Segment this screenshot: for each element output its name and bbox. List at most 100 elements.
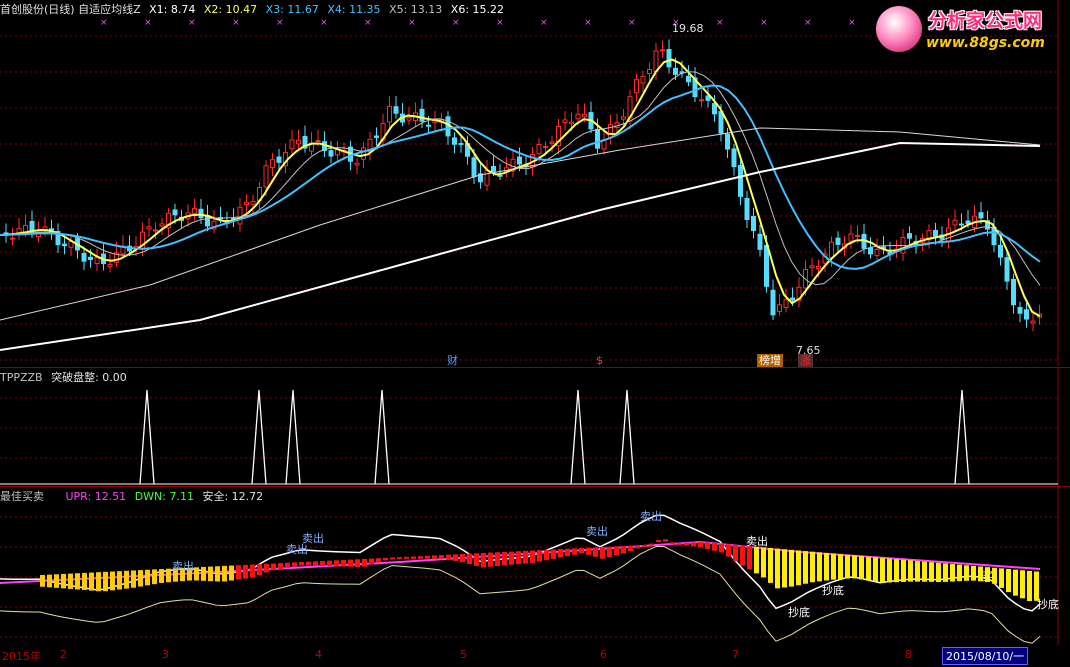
buysell-bar xyxy=(929,562,934,582)
buysell-bar xyxy=(362,558,367,567)
candle-body xyxy=(543,146,548,149)
candle-body xyxy=(660,49,665,52)
ma-x6-label: X6: 15.22 xyxy=(450,3,505,16)
x-marker-icon: × xyxy=(320,18,328,28)
breakout-spike xyxy=(139,389,155,485)
buysell-bar xyxy=(684,542,689,546)
candle-body xyxy=(634,78,639,94)
buysell-bar xyxy=(502,551,507,566)
candle-body xyxy=(783,299,789,309)
axis-tick-6: 6 xyxy=(600,648,607,661)
main-chart-pane[interactable]: ×××××××××××××××××××× 首创股份(日线) 自适应均线Z X1:… xyxy=(0,0,1070,368)
buysell-bar xyxy=(383,557,388,561)
candle-body xyxy=(790,297,795,301)
buysell-bar xyxy=(572,548,577,555)
x-marker-icon: × xyxy=(452,18,460,28)
candle-body xyxy=(1011,278,1016,306)
buysell-bar xyxy=(901,559,906,582)
buysell-bar xyxy=(936,562,941,582)
signal-sell-4: 卖出 xyxy=(586,525,608,538)
logo-url: www.88gs.com xyxy=(926,35,1045,51)
buysell-bar xyxy=(719,543,724,553)
signal-bottom-3: 抄底 xyxy=(1037,598,1059,611)
buysell-bar xyxy=(712,543,717,551)
x-marker-icon: × xyxy=(584,18,592,28)
date-axis[interactable]: 2015年 2 3 4 5 6 7 8 2015/08/10/一 xyxy=(0,645,1070,667)
candle-body xyxy=(998,244,1003,258)
candle-body xyxy=(94,257,100,264)
candle-body xyxy=(296,139,301,145)
buysell-bar xyxy=(131,570,136,588)
buysell-bar xyxy=(761,547,766,578)
signal-sell-1: 卖出 xyxy=(172,560,194,573)
axis-tick-3: 3 xyxy=(162,648,169,661)
x-marker-icon: × xyxy=(364,18,372,28)
buysell-bar xyxy=(264,563,269,573)
buysell-bar xyxy=(838,554,843,580)
x-marker-icon: × xyxy=(232,18,240,28)
buysell-bar xyxy=(971,565,976,581)
ind2-upr: UPR: 12.51 xyxy=(65,490,127,503)
buysell-bar xyxy=(201,566,206,581)
candle-body xyxy=(159,223,165,227)
buysell-bar xyxy=(404,556,409,559)
main-header: 首创股份(日线) 自适应均线Z X1: 8.74 X2: 10.47 X3: 1… xyxy=(0,3,509,17)
candle-body xyxy=(270,159,275,168)
candle-body xyxy=(497,174,503,177)
x-marker-icon: × xyxy=(188,18,196,28)
buysell-bar xyxy=(796,550,801,586)
candle-body xyxy=(647,68,652,75)
buysell-bar xyxy=(670,542,675,545)
buysell-bar xyxy=(530,550,535,563)
candle-body xyxy=(263,165,269,188)
buysell-bar xyxy=(1020,570,1025,599)
buysell-bar xyxy=(873,557,878,582)
breakout-spike xyxy=(619,389,635,485)
x-marker-icon: × xyxy=(848,18,856,28)
buysell-bar xyxy=(425,555,430,559)
buysell-bar xyxy=(810,551,815,583)
best-buysell-pane[interactable]: 最佳买卖 UPR: 12.51 DWN: 7.11 安全: 12.72 卖出 卖… xyxy=(0,487,1070,645)
candle-body xyxy=(582,113,587,118)
buysell-bar xyxy=(586,547,591,555)
marker-zhang: 涨 xyxy=(798,354,813,368)
candle-body xyxy=(965,220,971,225)
buysell-bar xyxy=(124,570,129,589)
buysell-bar xyxy=(544,549,549,561)
ma-x2-line xyxy=(0,58,1041,318)
candle-body xyxy=(517,156,522,165)
candle-body xyxy=(816,265,821,270)
candle-body xyxy=(198,208,204,219)
buysell-bar xyxy=(607,546,612,557)
signal-sell-3: 卖出 xyxy=(302,532,324,545)
marker-dollar: $ xyxy=(596,354,603,367)
buysell-bar xyxy=(565,548,570,557)
candle-body xyxy=(699,99,704,102)
candle-body xyxy=(62,243,67,247)
buysell-bar xyxy=(859,556,864,580)
buysell-bar xyxy=(824,552,829,581)
breakout-indicator-pane[interactable]: TPPZZB 突破盘整: 0.00 xyxy=(0,368,1070,486)
buysell-bar xyxy=(390,557,395,560)
buysell-bar xyxy=(950,564,955,582)
signal-bottom-1: 抄底 xyxy=(822,584,844,597)
candle-body xyxy=(289,139,295,150)
buysell-bar xyxy=(103,571,108,592)
candle-body xyxy=(374,135,379,138)
buysell-bar xyxy=(1027,570,1032,602)
logo-emblem-icon xyxy=(876,6,922,52)
candle-body xyxy=(328,150,334,157)
buysell-bar xyxy=(334,560,339,567)
buysell-bar xyxy=(782,549,787,588)
candle-body xyxy=(393,106,399,114)
buysell-bar xyxy=(117,571,122,590)
buysell-bar xyxy=(803,551,808,584)
buysell-bar xyxy=(768,548,773,583)
x-marker-icon: × xyxy=(276,18,284,28)
buysell-bar xyxy=(677,543,682,546)
buysell-bar xyxy=(292,562,297,567)
chart-title: 首创股份(日线) 自适应均线Z xyxy=(0,3,141,16)
buysell-bar xyxy=(817,552,822,582)
buysell-bar xyxy=(397,557,402,560)
x-marker-icon: × xyxy=(100,18,108,28)
